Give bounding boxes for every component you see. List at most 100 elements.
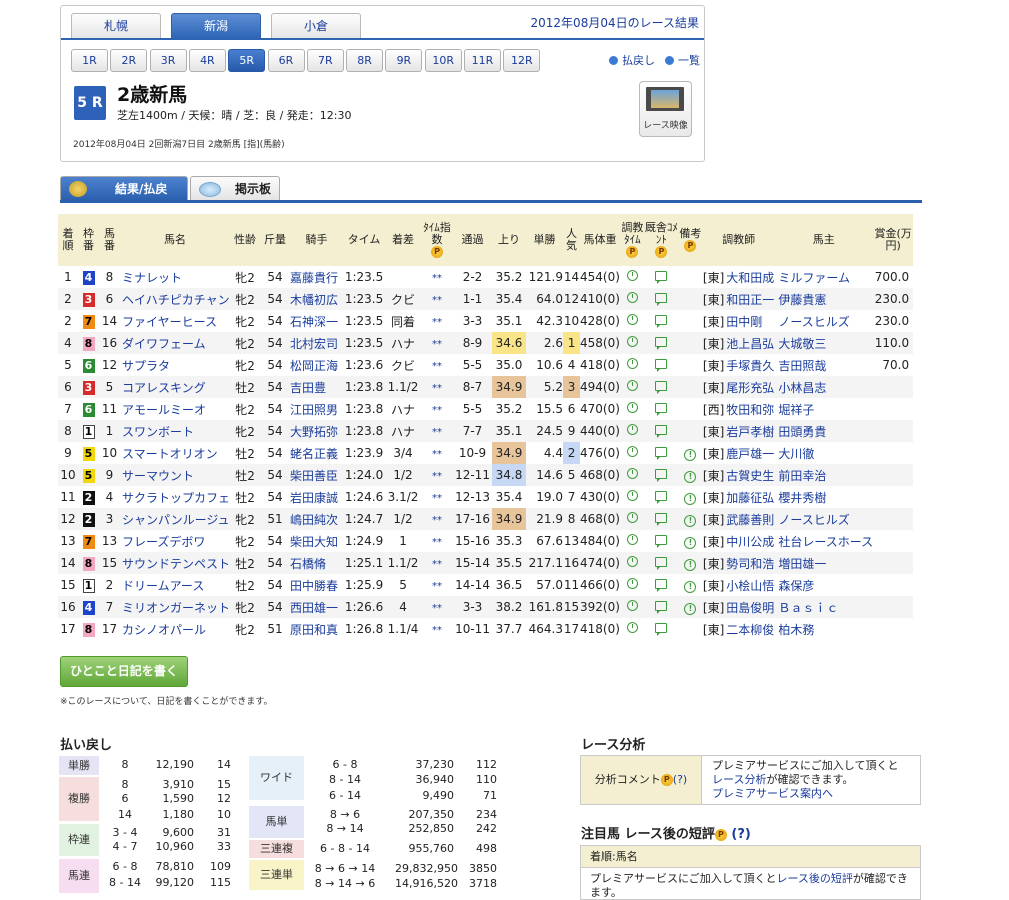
race-button-8r[interactable]: 8R <box>346 49 384 72</box>
race-button-11r[interactable]: 11R <box>464 49 501 72</box>
tab-results-payout[interactable]: 結果/払戻 <box>60 176 188 201</box>
cell-chokyo[interactable] <box>620 442 645 464</box>
cell-jockey[interactable]: 大野拓弥 <box>290 420 344 442</box>
cell-trainer[interactable]: [東] 勢司和浩 <box>702 552 775 574</box>
cell-name[interactable]: シャンパンルージュ <box>120 508 231 530</box>
race-button-3r[interactable]: 3R <box>149 49 187 72</box>
cell-biko[interactable] <box>677 376 703 398</box>
trainer-name[interactable]: 池上昌弘 <box>726 337 774 351</box>
race-button-12r[interactable]: 12R <box>503 49 541 72</box>
cell-trainer[interactable]: [東] 池上昌弘 <box>702 332 775 354</box>
cell-name[interactable]: サウンドテンペスト <box>120 552 231 574</box>
cell-chokyo[interactable] <box>620 266 645 288</box>
race-button-5r[interactable]: 5R <box>228 49 266 72</box>
cell-trainer[interactable]: [東] 小桧山悟 <box>703 574 774 596</box>
trainer-name[interactable]: 鹿戸雄一 <box>726 447 774 461</box>
cell-biko[interactable] <box>677 420 703 442</box>
cell-biko[interactable]: ! <box>678 574 703 596</box>
cell-name[interactable]: ファイヤーヒース <box>120 310 230 332</box>
cell-kyusha[interactable] <box>644 420 678 442</box>
cell-jockey[interactable]: 松岡正海 <box>290 354 343 376</box>
cell-biko[interactable]: ! <box>678 530 703 552</box>
cell-jockey[interactable]: 柴田大知 <box>290 530 343 552</box>
cell-kyusha[interactable] <box>645 354 678 376</box>
race-button-4r[interactable]: 4R <box>188 49 226 72</box>
cell-owner[interactable]: 田頭勇貴 <box>774 420 874 442</box>
cell-owner[interactable]: 大川徹 <box>774 442 873 464</box>
trainer-name[interactable]: 牧田和弥 <box>726 403 774 417</box>
cell-owner[interactable]: 森保彦 <box>774 574 873 596</box>
cell-name[interactable]: フレーズデボワ <box>120 530 230 552</box>
cell-jockey[interactable]: 嶋田純次 <box>290 508 344 530</box>
trainer-name[interactable]: 手塚貴久 <box>726 359 774 373</box>
cell-name[interactable]: ドリームアース <box>120 574 230 596</box>
venue-tab-sapporo[interactable]: 札幌 <box>71 13 161 39</box>
trainer-name[interactable]: 小桧山悟 <box>726 579 774 593</box>
cell-jockey[interactable]: 石橋脩 <box>290 552 344 574</box>
cell-kyusha[interactable] <box>645 618 678 640</box>
cell-biko[interactable]: ! <box>677 552 703 574</box>
cell-jockey[interactable]: 原田和真 <box>290 618 343 640</box>
trainer-name[interactable]: 和田正一 <box>726 293 774 307</box>
cell-chokyo[interactable] <box>619 508 645 530</box>
cell-chokyo[interactable] <box>620 574 645 596</box>
cell-name[interactable]: ダイワフェーム <box>120 332 231 354</box>
cell-chokyo[interactable] <box>620 398 645 420</box>
cell-name[interactable]: カシノオパール <box>120 618 230 640</box>
cell-trainer[interactable]: [東] 加藤征弘 <box>703 486 774 508</box>
premium-service-link[interactable]: プレミアサービス案内へ <box>712 787 833 800</box>
cell-kyusha[interactable] <box>644 508 678 530</box>
cell-owner[interactable]: 堀祥子 <box>774 398 873 420</box>
cell-owner[interactable]: 増田雄一 <box>774 552 874 574</box>
cell-jockey[interactable]: 石神深一 <box>290 310 343 332</box>
trainer-name[interactable]: 岩戸孝樹 <box>726 425 774 439</box>
trainer-name[interactable]: 中川公成 <box>726 535 774 549</box>
cell-jockey[interactable]: 北村宏司 <box>290 332 344 354</box>
cell-kyusha[interactable] <box>645 442 678 464</box>
cell-trainer[interactable]: [東] 尾形充弘 <box>702 376 775 398</box>
cell-owner[interactable]: 社台レースホース <box>774 530 873 552</box>
cell-chokyo[interactable] <box>619 596 645 618</box>
race-analysis-link[interactable]: レース分析 <box>712 773 766 786</box>
cell-jockey[interactable]: 江田照男 <box>290 398 343 420</box>
cell-owner[interactable]: ノースヒルズ <box>774 310 873 332</box>
cell-biko[interactable]: ! <box>677 596 703 618</box>
payout-link[interactable]: 払戻し <box>609 52 655 68</box>
race-button-9r[interactable]: 9R <box>385 49 423 72</box>
cell-owner[interactable]: Ｂａｓｉｃ <box>774 596 874 618</box>
race-button-6r[interactable]: 6R <box>267 49 305 72</box>
cell-trainer[interactable]: [東] 古賀史生 <box>702 464 775 486</box>
write-diary-button[interactable]: ひとこと日記を書く <box>60 656 188 687</box>
cell-trainer[interactable]: [東] 和田正一 <box>702 288 775 310</box>
trainer-name[interactable]: 大和田成 <box>726 271 774 285</box>
cell-name[interactable]: スワンボート <box>120 420 231 442</box>
trainer-name[interactable]: 古賀史生 <box>726 469 774 483</box>
date-title[interactable]: 2012年08月04日のレース結果 <box>531 14 699 31</box>
cell-biko[interactable]: ! <box>677 508 703 530</box>
cell-kyusha[interactable] <box>644 376 678 398</box>
cell-kyusha[interactable] <box>645 266 678 288</box>
cell-kyusha[interactable] <box>645 486 678 508</box>
cell-trainer[interactable]: [東] 中川公成 <box>703 530 774 552</box>
trainer-name[interactable]: 加藤征弘 <box>726 491 774 505</box>
cell-biko[interactable] <box>678 618 703 640</box>
cell-biko[interactable] <box>678 354 703 376</box>
cell-jockey[interactable]: 木幡初広 <box>290 288 344 310</box>
cell-name[interactable]: アモールミーオ <box>120 398 230 420</box>
cell-biko[interactable] <box>677 332 703 354</box>
cell-kyusha[interactable] <box>644 552 678 574</box>
cell-owner[interactable]: 伊藤貴憲 <box>774 288 874 310</box>
cell-trainer[interactable]: [東] 田島俊明 <box>702 596 775 618</box>
cell-owner[interactable]: ノースヒルズ <box>774 508 874 530</box>
cell-chokyo[interactable] <box>619 376 645 398</box>
cell-owner[interactable]: 大城敬三 <box>774 332 874 354</box>
cell-jockey[interactable]: 西田雄一 <box>290 596 344 618</box>
cell-name[interactable]: サプラタ <box>120 354 230 376</box>
cell-biko[interactable] <box>678 266 703 288</box>
cell-trainer[interactable]: [東] 武藤善則 <box>702 508 775 530</box>
cell-chokyo[interactable] <box>619 420 645 442</box>
cell-name[interactable]: ヘイハチピカチャン <box>120 288 231 310</box>
cell-chokyo[interactable] <box>620 310 645 332</box>
cell-owner[interactable]: 吉田照哉 <box>774 354 873 376</box>
cell-trainer[interactable]: [東] 田中剛 <box>703 310 774 332</box>
